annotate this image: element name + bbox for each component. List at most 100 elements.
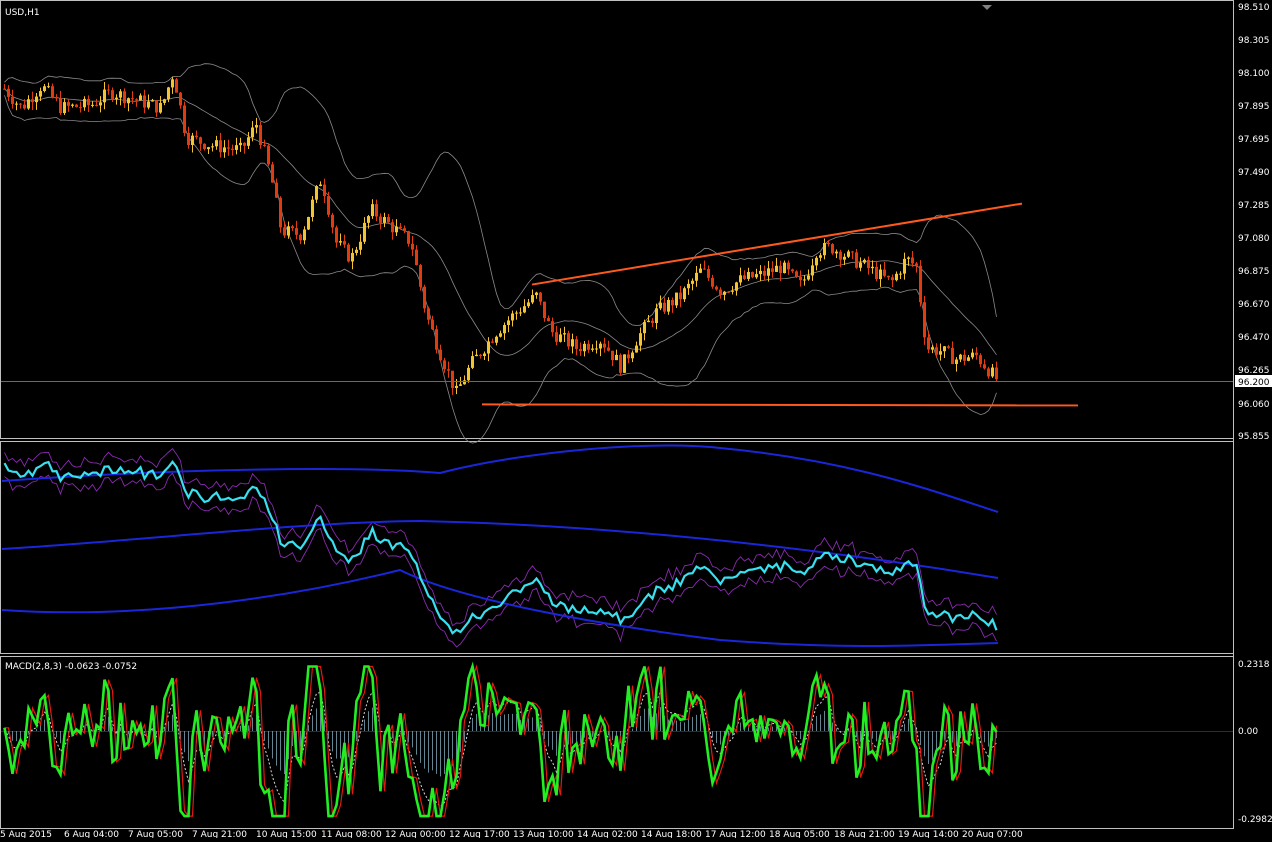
candle-body <box>803 279 806 281</box>
time-tick: 18 Aug 05:00 <box>769 830 830 838</box>
time-tick: 7 Aug 21:00 <box>192 830 247 838</box>
price-tick: 96.470 <box>1238 333 1270 343</box>
candle-body <box>967 357 970 361</box>
candle-body <box>439 349 442 361</box>
candle-body <box>555 332 558 342</box>
candle-body <box>903 258 906 274</box>
candle-body <box>527 302 530 307</box>
candle-body <box>459 384 462 386</box>
candle-body <box>679 292 682 300</box>
candle-body <box>43 86 46 92</box>
candle-body <box>227 147 230 149</box>
candle-body <box>259 125 262 146</box>
candle-body <box>719 289 722 295</box>
candle-body <box>263 145 266 147</box>
candle-body <box>367 216 370 223</box>
candle-body <box>243 142 246 146</box>
candle-body <box>95 104 98 106</box>
candle-body <box>435 329 438 350</box>
candle-body <box>307 216 310 230</box>
candlesticks <box>3 76 998 395</box>
time-tick: 19 Aug 14:00 <box>898 830 959 838</box>
candle-body <box>107 89 110 91</box>
candle-body <box>79 107 82 109</box>
candle-body <box>127 98 130 104</box>
candle-body <box>371 204 374 217</box>
candle-body <box>667 299 670 312</box>
candle-body <box>755 274 758 278</box>
candle-body <box>739 275 742 283</box>
candle-body <box>67 102 70 106</box>
candle-body <box>647 320 650 323</box>
candle-body <box>823 242 826 256</box>
candle-body <box>567 333 570 347</box>
candle-body <box>495 336 498 343</box>
candle-body <box>239 142 242 146</box>
candle-body <box>923 302 926 338</box>
candle-body <box>471 356 474 368</box>
candle-body <box>199 137 202 144</box>
candle-body <box>831 244 834 254</box>
candle-body <box>231 148 234 150</box>
time-tick: 10 Aug 15:00 <box>256 830 317 838</box>
candle-body <box>315 186 318 200</box>
candle-body <box>351 252 354 262</box>
rsi-indicator <box>1 444 999 648</box>
time-tick: 12 Aug 00:00 <box>385 830 446 838</box>
candle-body <box>103 89 106 103</box>
candle-body <box>787 262 790 270</box>
candle-body <box>571 339 574 347</box>
candle-body <box>735 282 738 291</box>
rsi-band-middle <box>1 519 999 579</box>
candle-body <box>943 346 946 352</box>
candle-body <box>123 91 126 104</box>
candle-body <box>343 241 346 245</box>
price-tick: 98.510 <box>1238 3 1270 13</box>
chart-canvas[interactable]: 96.200 USD,H1 MACD(2,8,3) -0.0623 -0.075… <box>0 0 1272 840</box>
candle-body <box>419 265 422 287</box>
candle-body <box>891 277 894 281</box>
candle-body <box>699 268 702 273</box>
candle-body <box>523 306 526 313</box>
candle-body <box>587 343 590 350</box>
candle-body <box>819 255 822 258</box>
candle-body <box>651 320 654 324</box>
candle-body <box>83 98 86 108</box>
candle-body <box>59 98 62 114</box>
candle-body <box>975 352 978 356</box>
candle-body <box>851 251 854 253</box>
candle-body <box>511 313 514 321</box>
price-tick: 98.100 <box>1238 69 1270 79</box>
candle-body <box>311 199 314 217</box>
candle-body <box>431 319 434 330</box>
candle-body <box>395 226 398 233</box>
candle-body <box>899 273 902 275</box>
candle-body <box>3 88 6 90</box>
candle-body <box>575 339 578 349</box>
candle-body <box>927 337 930 350</box>
candle-body <box>727 291 730 293</box>
candle-body <box>715 286 718 290</box>
time-axis[interactable]: 5 Aug 2015 6 Aug 04:00 7 Aug 05:00 7 Aug… <box>0 830 1023 840</box>
price-tick: 95.855 <box>1238 432 1270 442</box>
rsi-line <box>3 459 998 635</box>
candle-body <box>503 325 506 334</box>
candle-body <box>907 257 910 259</box>
chart-window[interactable]: 96.200 USD,H1 MACD(2,8,3) -0.0623 -0.075… <box>0 0 1272 840</box>
candle-body <box>151 100 154 102</box>
candle-body <box>163 99 166 103</box>
candle-body <box>543 301 546 319</box>
candle-body <box>991 367 994 377</box>
candle-body <box>643 322 646 334</box>
bollinger-lower <box>4 95 997 444</box>
candle-body <box>119 91 122 98</box>
candle-body <box>139 95 142 101</box>
candle-body <box>487 341 490 354</box>
candle-body <box>219 140 222 153</box>
candle-body <box>99 102 102 106</box>
chart-shift-marker-icon[interactable] <box>982 5 992 10</box>
candle-body <box>515 312 518 314</box>
candle-body <box>407 231 410 244</box>
candle-body <box>827 242 830 245</box>
candle-body <box>387 217 390 223</box>
